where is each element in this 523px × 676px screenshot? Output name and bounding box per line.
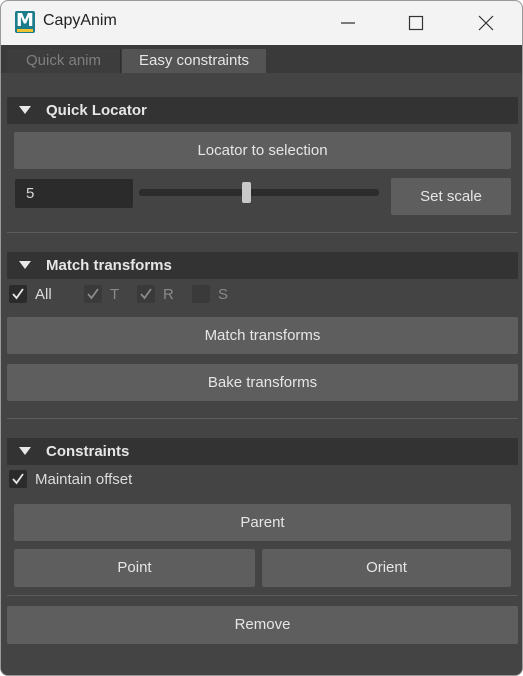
close-icon	[478, 15, 494, 31]
constraints-header[interactable]: Constraints	[7, 438, 518, 465]
maintain-offset-checkbox[interactable]	[9, 470, 27, 488]
remove-button[interactable]: Remove	[7, 606, 518, 644]
bake-transforms-button[interactable]: Bake transforms	[7, 364, 518, 401]
quick-locator-header[interactable]: Quick Locator	[7, 97, 518, 124]
orient-button[interactable]: Orient	[262, 549, 511, 587]
all-checkbox[interactable]	[9, 285, 27, 303]
tab-quick-anim[interactable]: Quick anim	[7, 49, 121, 73]
tab-bar: Quick anim Easy constraints	[1, 45, 522, 73]
maximize-button[interactable]	[393, 1, 439, 45]
r-checkbox-label: R	[163, 286, 174, 303]
locator-to-selection-button[interactable]: Locator to selection	[14, 132, 511, 169]
app-icon-stripe	[17, 29, 33, 32]
maya-app-icon: M	[15, 11, 35, 33]
checkmark-icon	[12, 473, 24, 485]
section-divider	[7, 418, 518, 419]
tab-content: Quick Locator Locator to selection 5 Set…	[1, 73, 522, 675]
point-button[interactable]: Point	[14, 549, 255, 587]
capyanim-window: M CapyAnim Quick anim Easy constraints Q…	[0, 0, 523, 676]
tab-easy-constraints[interactable]: Easy constraints	[122, 49, 266, 73]
collapse-triangle-icon	[19, 447, 31, 455]
match-transforms-label: Match transforms	[46, 257, 172, 274]
scale-slider-track[interactable]	[139, 189, 379, 196]
t-checkbox-label: T	[110, 286, 120, 303]
collapse-triangle-icon	[19, 261, 31, 269]
t-checkbox[interactable]	[84, 285, 102, 303]
s-checkbox-label: S	[218, 286, 229, 303]
r-checkbox[interactable]	[137, 285, 155, 303]
scale-input[interactable]: 5	[15, 179, 133, 208]
scale-slider-handle[interactable]	[242, 182, 251, 203]
minimize-button[interactable]	[325, 1, 371, 45]
window-title: CapyAnim	[43, 12, 117, 29]
section-divider	[7, 232, 518, 233]
s-checkbox[interactable]	[192, 285, 210, 303]
match-transforms-header[interactable]: Match transforms	[7, 252, 518, 279]
checkmark-icon	[140, 288, 152, 300]
collapse-triangle-icon	[19, 106, 31, 114]
section-divider	[7, 595, 518, 596]
app-icon-letter: M	[16, 10, 34, 31]
title-bar[interactable]: M CapyAnim	[1, 1, 522, 45]
quick-locator-label: Quick Locator	[46, 102, 147, 119]
set-scale-button[interactable]: Set scale	[391, 178, 511, 215]
parent-button[interactable]: Parent	[14, 504, 511, 541]
match-transforms-button[interactable]: Match transforms	[7, 317, 518, 354]
checkmark-icon	[87, 288, 99, 300]
all-checkbox-label: All	[35, 286, 52, 303]
constraints-label: Constraints	[46, 443, 130, 460]
maximize-icon	[408, 15, 424, 31]
maintain-offset-label: Maintain offset	[35, 471, 133, 488]
close-button[interactable]	[463, 1, 509, 45]
minimize-icon	[341, 22, 355, 24]
checkmark-icon	[12, 288, 24, 300]
